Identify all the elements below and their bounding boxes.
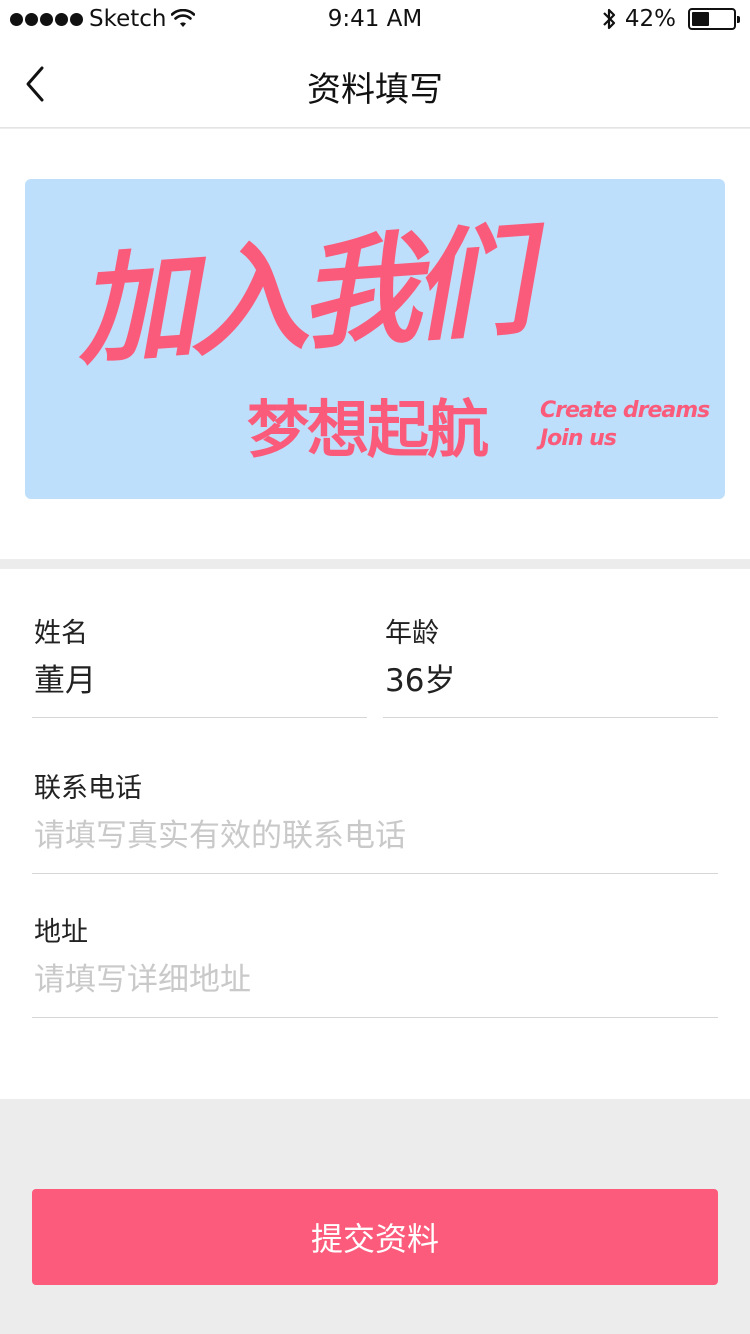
battery-percent: 42% bbox=[624, 6, 676, 32]
battery-icon bbox=[688, 8, 740, 30]
name-label: 姓名 bbox=[34, 618, 88, 649]
page-title: 资料填写 bbox=[307, 70, 443, 110]
age-label: 年龄 bbox=[385, 618, 439, 649]
age-field: 年龄 36岁 bbox=[383, 569, 718, 718]
phone-label: 联系电话 bbox=[34, 773, 142, 804]
age-value[interactable]: 36岁 bbox=[385, 655, 455, 700]
profile-form: 姓名 董月 年龄 36岁 联系电话 请填写真实有效的联系电话 地址 请填写详细地… bbox=[0, 569, 750, 1099]
address-label: 地址 bbox=[34, 917, 88, 948]
banner-english-line2: Join us bbox=[540, 426, 617, 451]
banner-english: Create dreams Join us bbox=[540, 397, 710, 453]
name-field: 姓名 董月 bbox=[32, 569, 367, 718]
phone-field: 联系电话 请填写真实有效的联系电话 bbox=[32, 718, 718, 874]
address-input[interactable]: 请填写详细地址 bbox=[34, 954, 251, 999]
banner-english-line1: Create dreams bbox=[540, 398, 710, 423]
join-us-banner: 加入我们 梦想起航 Create dreams Join us bbox=[25, 179, 725, 499]
name-value[interactable]: 董月 bbox=[34, 655, 96, 700]
phone-input[interactable]: 请填写真实有效的联系电话 bbox=[34, 810, 406, 855]
status-right: 42% bbox=[601, 6, 740, 32]
nav-bar: 资料填写 bbox=[0, 40, 750, 128]
status-bar: Sketch 9:41 AM 42% bbox=[0, 0, 750, 40]
submit-button[interactable]: 提交资料 bbox=[32, 1189, 718, 1285]
bluetooth-icon bbox=[603, 8, 615, 30]
battery-fill bbox=[692, 12, 709, 26]
banner-section: 加入我们 梦想起航 Create dreams Join us bbox=[0, 129, 750, 559]
address-field: 地址 请填写详细地址 bbox=[32, 874, 718, 1018]
banner-title: 加入我们 bbox=[71, 210, 529, 383]
banner-subtitle: 梦想起航 bbox=[247, 393, 489, 466]
